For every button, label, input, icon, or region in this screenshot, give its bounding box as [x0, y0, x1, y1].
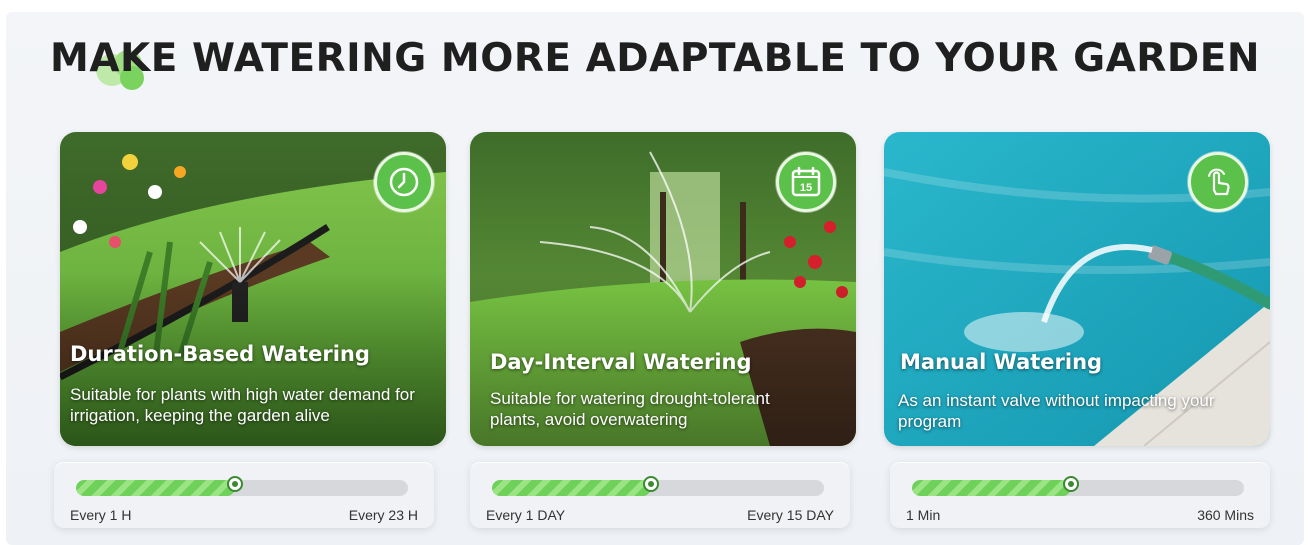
interval-slider-days[interactable]: Every 1 DAY Every 15 DAY: [470, 462, 850, 528]
card-duration-based[interactable]: Duration-Based Watering Suitable for pla…: [60, 132, 446, 446]
range-min-label: Every 1 DAY: [486, 507, 566, 523]
slider-fill: [912, 480, 1072, 496]
card-description: As an instant valve without impacting yo…: [898, 391, 1215, 431]
card-title: Day-Interval Watering: [490, 350, 752, 374]
card-day-interval[interactable]: 15 Day-Interval Watering Suitable for wa…: [470, 132, 856, 446]
slider-fill: [492, 480, 652, 496]
page-title: MAKE WATERING MORE ADAPTABLE TO YOUR GAR…: [50, 36, 1260, 81]
calendar-icon: 15: [776, 152, 836, 212]
range-max-label: 360 Mins: [1197, 507, 1254, 523]
calendar-day: 15: [800, 182, 812, 194]
slider-fill: [76, 480, 236, 496]
card-manual[interactable]: Manual Watering As an instant valve with…: [884, 132, 1270, 446]
clock-icon: [374, 152, 434, 212]
range-max-label: Every 15 DAY: [747, 507, 834, 523]
range-min-label: Every 1 H: [70, 507, 132, 523]
duration-slider-minutes[interactable]: 1 Min 360 Mins: [890, 462, 1270, 528]
card-description: Suitable for watering drought-tolerant p…: [490, 389, 770, 429]
card-description: Suitable for plants with high water dema…: [70, 385, 415, 425]
hand-tap-icon: [1188, 152, 1248, 212]
range-min-label: 1 Min: [906, 507, 941, 523]
interval-slider-hours[interactable]: Every 1 H Every 23 H: [54, 462, 434, 528]
card-title: Duration-Based Watering: [70, 342, 370, 366]
range-max-label: Every 23 H: [348, 507, 418, 523]
card-title: Manual Watering: [900, 350, 1103, 374]
